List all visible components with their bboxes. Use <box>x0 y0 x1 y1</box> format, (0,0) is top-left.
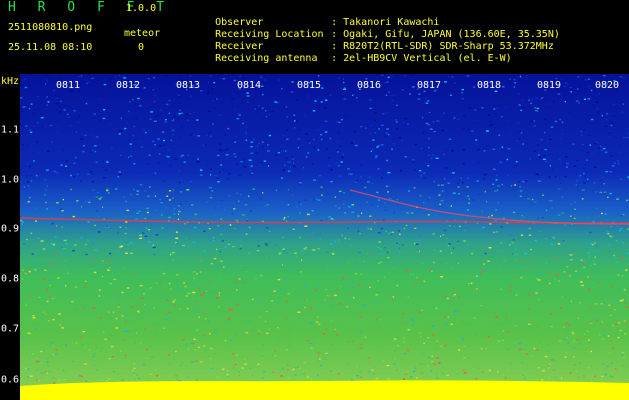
time-tick-label: 0818 <box>476 80 502 91</box>
y-tick-label: 0.8 <box>1 273 20 285</box>
info-row-antenna: Receiving antenna:2el-HB9CV Vertical (el… <box>215 53 512 64</box>
hrofft-window: H R O F F T 1.0.0 2511080810.png 25.11.0… <box>0 0 629 400</box>
time-tick-label: 0819 <box>536 80 562 91</box>
time-tick-label: 0816 <box>356 80 382 91</box>
y-tick-label: 0.6 <box>1 374 20 386</box>
spectrogram-plot <box>20 74 629 400</box>
time-tick-label: 0815 <box>296 80 322 91</box>
y-tick-label: 0.7 <box>1 323 20 335</box>
info-row-receiver: Receiver: R820T2(RTL-SDR) SDR-Sharp 53.37… <box>215 41 554 52</box>
time-tick-label: 0811 <box>55 80 81 91</box>
info-row-location: Receiving Location: Ogaki, Gifu, JAPAN (1… <box>215 29 560 40</box>
info-row-observer: Observer: Takanori Kawachi <box>215 17 440 28</box>
time-tick-label: 0812 <box>115 80 141 91</box>
capture-filename: 2511080810.png <box>8 22 93 33</box>
header-panel: H R O F F T 1.0.0 2511080810.png 25.11.0… <box>0 0 629 74</box>
app-version: 1.0.0 <box>126 3 157 14</box>
meteor-count: 0 <box>138 42 145 53</box>
spectrogram-background <box>20 74 629 400</box>
capture-timestamp: 25.11.08 08:10 <box>8 42 93 53</box>
info-label: Receiving antenna <box>215 53 318 64</box>
noise-floor-band <box>20 380 629 400</box>
time-tick-label: 0814 <box>236 80 262 91</box>
y-tick-label: 1.1 <box>1 124 20 136</box>
time-tick-label: 0820 <box>594 80 620 91</box>
info-value: 2el-HB9CV Vertical (el. E-W) <box>343 53 512 64</box>
y-tick-label: 1.0 <box>1 174 20 186</box>
time-tick-label: 0813 <box>175 80 201 91</box>
frequency-unit-label: kHz <box>1 76 20 87</box>
y-tick-label: 0.9 <box>1 223 20 235</box>
meteor-label: meteor <box>124 28 161 39</box>
spectrogram-canvas <box>20 74 629 400</box>
time-tick-label: 0817 <box>416 80 442 91</box>
